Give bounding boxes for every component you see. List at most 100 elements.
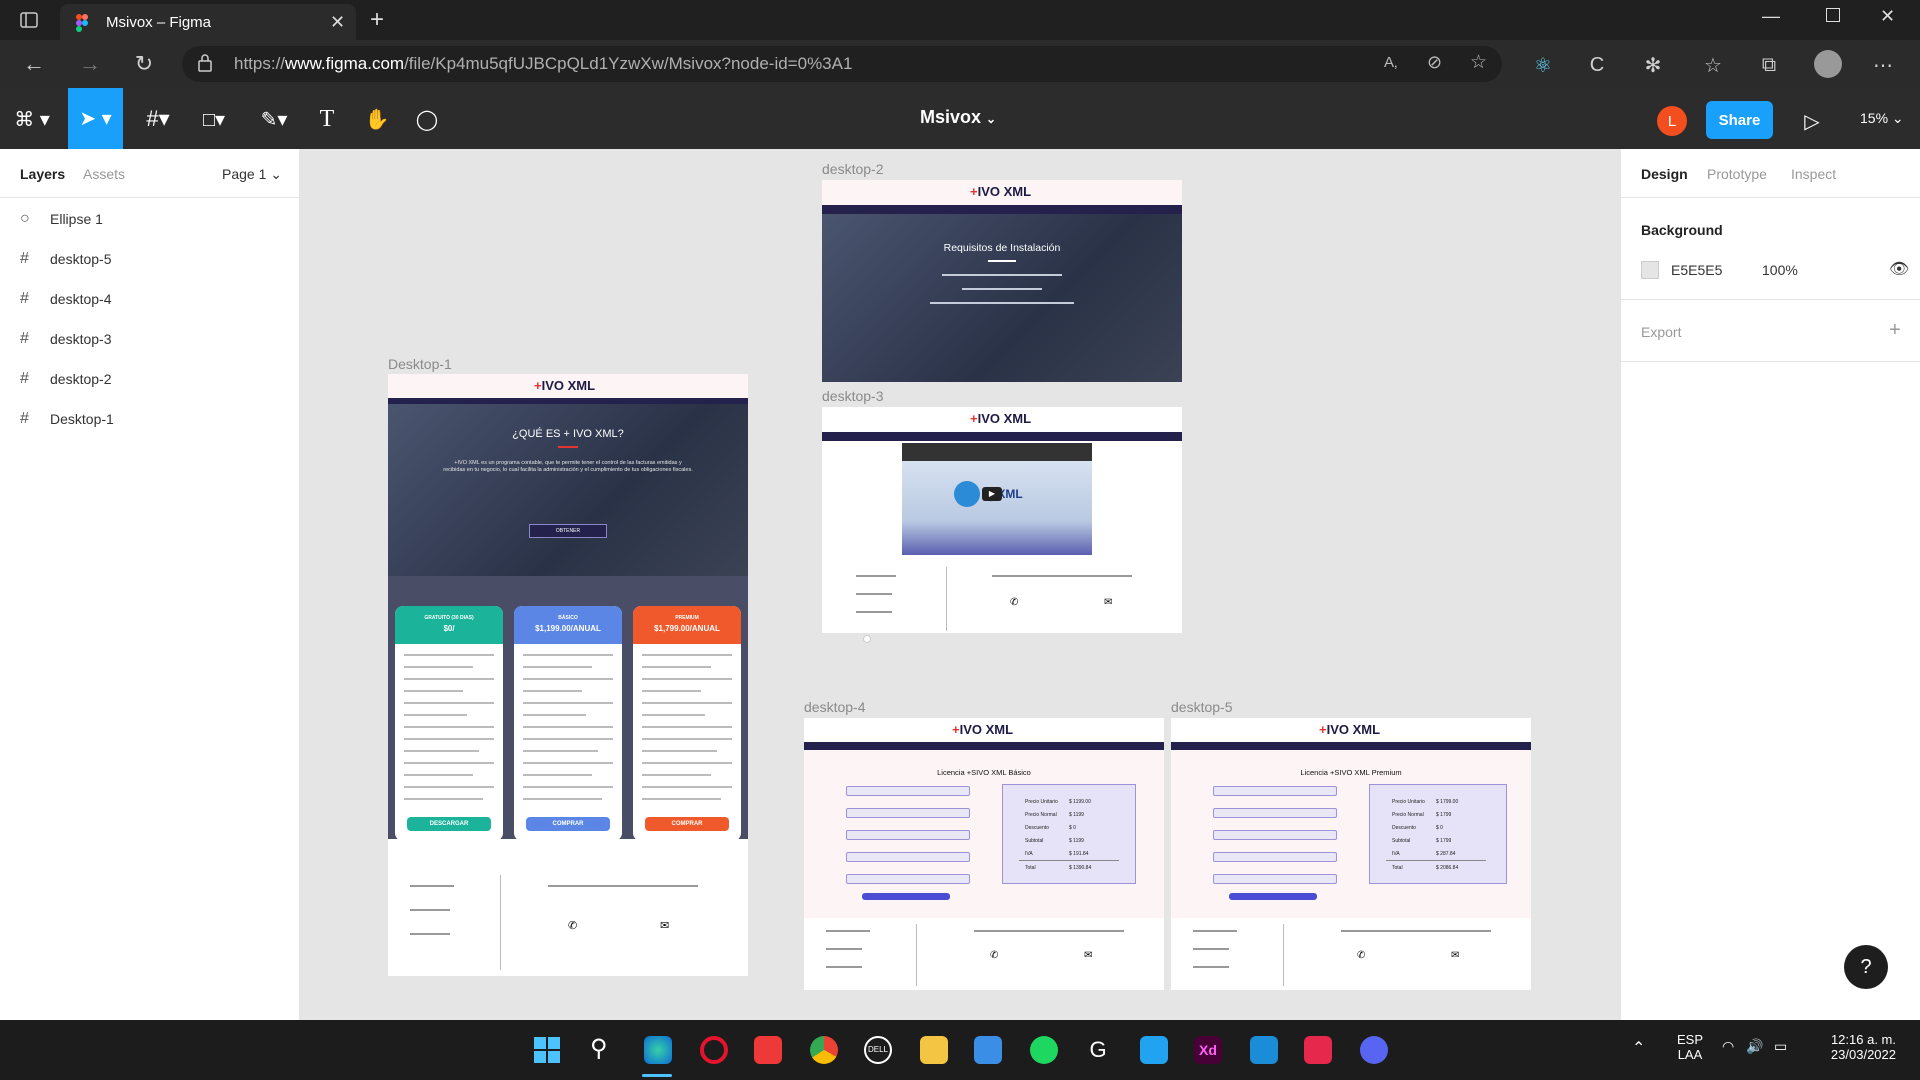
read-aloud-icon[interactable]: A‚ xyxy=(1384,54,1397,71)
descargar-button[interactable]: DESCARGAR xyxy=(407,817,491,831)
restore-icon[interactable] xyxy=(1826,8,1840,22)
tab-layers[interactable]: Layers xyxy=(20,166,65,182)
pay-button[interactable] xyxy=(1229,893,1317,900)
background-swatch[interactable] xyxy=(1641,261,1659,279)
adobe-xd-taskbar-icon[interactable]: Xd xyxy=(1194,1036,1222,1064)
windows-start-icon[interactable] xyxy=(534,1037,560,1063)
battery-icon[interactable]: ▭ xyxy=(1774,1038,1787,1055)
mail-taskbar-icon[interactable] xyxy=(974,1036,1002,1064)
g-hub-taskbar-icon[interactable]: G xyxy=(1084,1036,1112,1064)
file-name[interactable]: Msivox ⌄ xyxy=(920,107,996,128)
pay-button[interactable] xyxy=(862,893,950,900)
background-hex-input[interactable]: E5E5E5 xyxy=(1671,262,1722,278)
layer-desktop-2[interactable]: # desktop-2 xyxy=(20,369,111,389)
collections-icon[interactable]: ⧉ xyxy=(1756,52,1782,78)
discord-taskbar-icon[interactable] xyxy=(1360,1036,1388,1064)
close-window-icon[interactable]: ✕ xyxy=(1880,6,1895,27)
figma-menu-icon[interactable]: ⌘ ▾ xyxy=(12,104,52,134)
tab-prototype[interactable]: Prototype xyxy=(1707,166,1767,182)
frame-label-desktop-4[interactable]: desktop-4 xyxy=(804,699,865,715)
lastname-input[interactable] xyxy=(1213,808,1337,818)
file-explorer-icon[interactable] xyxy=(920,1036,948,1064)
tab-actions-icon[interactable] xyxy=(14,8,44,32)
frame-label-desktop-1[interactable]: Desktop-1 xyxy=(388,356,452,372)
name-input[interactable] xyxy=(1213,786,1337,796)
frame-desktop-1[interactable]: +IVO XML ¿QUÉ ES + IVO XML? +IVO XML es … xyxy=(388,374,748,976)
phone-input[interactable] xyxy=(846,830,970,840)
frame-desktop-2[interactable]: +IVO XML Requisitos de Instalación xyxy=(822,180,1182,382)
favorites-icon[interactable]: ☆ xyxy=(1700,52,1726,78)
vivaldi-taskbar-icon[interactable] xyxy=(754,1036,782,1064)
close-tab-icon[interactable]: ✕ xyxy=(330,12,345,33)
help-button[interactable]: ? xyxy=(1844,945,1888,989)
volume-icon[interactable]: 🔊 xyxy=(1746,1038,1763,1055)
quantity-input[interactable] xyxy=(846,874,970,884)
comprar-premium-button[interactable]: COMPRAR xyxy=(645,817,729,831)
quantity-input[interactable] xyxy=(1213,874,1337,884)
play-icon[interactable]: ▶ xyxy=(982,487,1002,501)
extensions-icon[interactable]: ✻ xyxy=(1640,52,1666,78)
frame-label-desktop-5[interactable]: desktop-5 xyxy=(1171,699,1232,715)
chrome-taskbar-icon[interactable] xyxy=(810,1036,838,1064)
browser-tab-active[interactable]: Msivox – Figma ✕ xyxy=(60,4,356,40)
language-indicator[interactable]: ESP LAA xyxy=(1672,1032,1708,1062)
clock[interactable]: 12:16 a. m. 23/03/2022 xyxy=(1808,1032,1896,1062)
back-icon[interactable]: ← xyxy=(20,50,48,78)
frame-label-desktop-2[interactable]: desktop-2 xyxy=(822,161,883,177)
phone-input[interactable] xyxy=(1213,830,1337,840)
add-export-icon[interactable]: + xyxy=(1889,319,1901,342)
tab-design[interactable]: Design xyxy=(1641,166,1688,182)
url-field[interactable]: https://www.figma.com/file/Kp4mu5qfUJBCp… xyxy=(182,46,1502,82)
vscode-taskbar-icon[interactable] xyxy=(1140,1036,1168,1064)
layer-desktop-1[interactable]: # Desktop-1 xyxy=(20,409,114,429)
search-icon[interactable]: ⚲ xyxy=(590,1034,608,1063)
text-tool-icon[interactable]: T xyxy=(312,104,342,134)
present-icon[interactable]: ▷ xyxy=(1800,106,1824,136)
intellij-taskbar-icon[interactable] xyxy=(1304,1036,1332,1064)
webstorm-taskbar-icon[interactable] xyxy=(1250,1036,1278,1064)
name-input[interactable] xyxy=(846,786,970,796)
hand-tool-icon[interactable]: ✋ xyxy=(362,104,392,134)
pen-tool-icon[interactable]: ✎▾ xyxy=(252,104,296,134)
eye-icon[interactable]: 👁 xyxy=(1889,259,1909,279)
postal-code-input[interactable] xyxy=(846,852,970,862)
frame-label-desktop-3[interactable]: desktop-3 xyxy=(822,388,883,404)
lastname-input[interactable] xyxy=(846,808,970,818)
refresh-icon[interactable]: ↻ xyxy=(130,50,158,78)
move-tool-icon[interactable]: ➤ ▾ xyxy=(68,88,123,149)
tracking-prevention-icon[interactable]: ⊘ xyxy=(1427,52,1442,73)
comprar-basico-button[interactable]: COMPRAR xyxy=(526,817,610,831)
frame-tool-icon[interactable]: #▾ xyxy=(136,104,180,134)
zoom-menu[interactable]: 15% ⌄ xyxy=(1860,110,1904,127)
spotify-taskbar-icon[interactable] xyxy=(1030,1036,1058,1064)
tab-inspect[interactable]: Inspect xyxy=(1791,166,1836,182)
frame-desktop-4[interactable]: +IVO XML Licencia +SIVO XML Básico Preci… xyxy=(804,718,1164,990)
layer-ellipse-1[interactable]: ○ Ellipse 1 xyxy=(20,209,103,229)
wifi-icon[interactable]: ◠ xyxy=(1722,1038,1734,1055)
new-tab-icon[interactable]: + xyxy=(370,6,384,34)
layer-desktop-4[interactable]: # desktop-4 xyxy=(20,289,111,309)
layer-desktop-5[interactable]: # desktop-5 xyxy=(20,249,111,269)
opera-taskbar-icon[interactable] xyxy=(700,1036,728,1064)
react-devtools-icon[interactable]: ⚛ xyxy=(1530,52,1556,78)
minimize-icon[interactable]: — xyxy=(1762,6,1780,27)
share-button[interactable]: Share xyxy=(1706,101,1773,139)
shape-tool-icon[interactable]: □▾ xyxy=(192,104,236,134)
forward-icon[interactable]: → xyxy=(76,50,104,78)
more-menu-icon[interactable]: ⋯ xyxy=(1870,52,1896,78)
tray-overflow-icon[interactable]: ⌃ xyxy=(1632,1038,1645,1058)
frame-desktop-5[interactable]: +IVO XML Licencia +SIVO XML Premium Prec… xyxy=(1171,718,1531,990)
background-opacity-input[interactable]: 100% xyxy=(1762,262,1798,278)
comment-tool-icon[interactable]: ◯ xyxy=(412,104,442,134)
profile-avatar[interactable] xyxy=(1814,50,1842,78)
hero-obtener-button[interactable]: OBTENER xyxy=(529,524,607,538)
ellipse-1-shape[interactable] xyxy=(863,635,871,643)
extension-c-icon[interactable]: C xyxy=(1584,52,1610,78)
video-embed[interactable]: ◯XML ▶ xyxy=(902,443,1092,555)
favorites-add-icon[interactable]: ☆ xyxy=(1470,51,1487,74)
frame-desktop-3[interactable]: +IVO XML ◯XML ▶ ✆ ✉ xyxy=(822,407,1182,633)
dell-taskbar-icon[interactable]: DELL xyxy=(864,1036,892,1064)
edge-taskbar-icon[interactable] xyxy=(644,1036,672,1064)
user-avatar[interactable]: L xyxy=(1657,106,1687,136)
layer-desktop-3[interactable]: # desktop-3 xyxy=(20,329,111,349)
